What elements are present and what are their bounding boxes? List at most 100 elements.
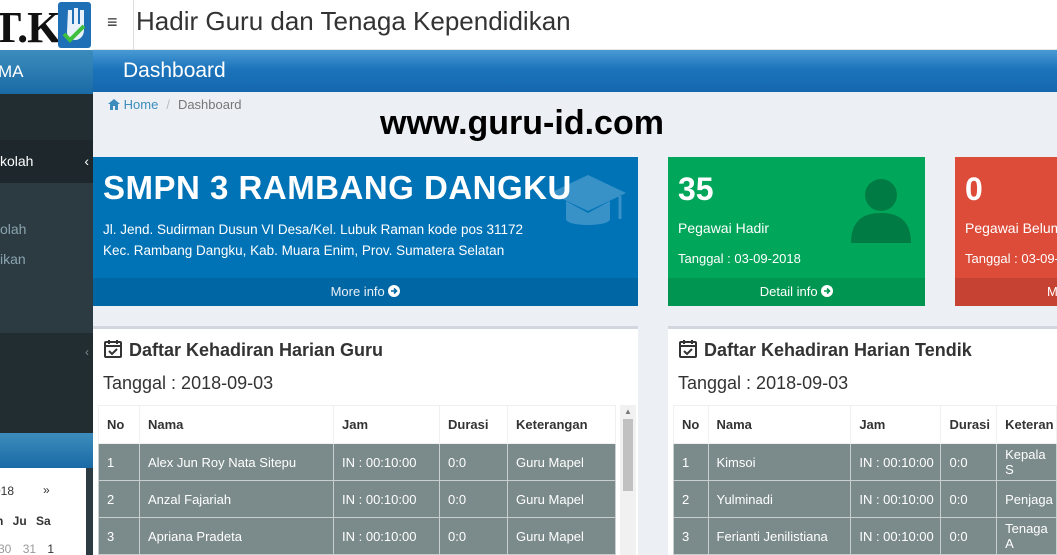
table-cell: 0:0 bbox=[940, 480, 998, 518]
table-cell: IN : 00:10:00 bbox=[333, 443, 440, 481]
watermark-text: www.guru-id.com bbox=[380, 104, 664, 142]
column-header[interactable]: Jam bbox=[333, 405, 440, 444]
table-cell: Yulminadi bbox=[707, 480, 852, 518]
sidebar-brand[interactable]: MA bbox=[0, 50, 93, 94]
table-row: 1 Kimsoi IN : 00:10:00 0:0 Kepala S bbox=[673, 443, 1057, 481]
table-cell: 0:0 bbox=[940, 443, 998, 481]
calendar-next-button[interactable]: » bbox=[43, 483, 50, 497]
graduation-cap-icon bbox=[550, 175, 626, 225]
table-cell: IN : 00:10:00 bbox=[333, 480, 440, 518]
column-header[interactable]: Durasi bbox=[940, 405, 998, 444]
table-cell: 0:0 bbox=[439, 443, 508, 481]
column-header[interactable]: No bbox=[98, 405, 140, 444]
calendar-month-label: 018 bbox=[0, 484, 15, 498]
table-cell: 1 bbox=[673, 443, 709, 481]
table-cell: IN : 00:10:00 bbox=[850, 443, 942, 481]
calendar-check-icon bbox=[104, 340, 122, 358]
arrow-circle-right-icon bbox=[388, 285, 401, 297]
absent-more-info-link[interactable]: M bbox=[955, 278, 1057, 306]
hand-check-icon bbox=[58, 2, 91, 48]
table-cell: Anzal Fajariah bbox=[139, 480, 334, 518]
table-cell: IN : 00:10:00 bbox=[850, 517, 942, 555]
logo[interactable]: T.K bbox=[0, 0, 93, 52]
table-cell: 0:0 bbox=[940, 517, 998, 555]
app-title: Hadir Guru dan Tenaga Kependidikan bbox=[136, 6, 571, 36]
panel-title-text: Daftar Kehadiran Harian Guru bbox=[129, 340, 384, 360]
staff-attendance-table: No Nama Jam Durasi Keteran 1 Kimsoi IN :… bbox=[673, 405, 1057, 555]
logo-text: T.K bbox=[0, 3, 61, 52]
table-cell: 2 bbox=[673, 480, 709, 518]
panel-title: Daftar Kehadiran Harian Tendik bbox=[678, 339, 972, 361]
staff-attendance-panel: Daftar Kehadiran Harian Tendik Tanggal :… bbox=[668, 326, 1057, 555]
table-cell: Apriana Pradeta bbox=[139, 517, 334, 555]
sidebar-item-sekolah[interactable]: kolah ‹ bbox=[0, 140, 93, 183]
breadcrumb-home[interactable]: Home bbox=[108, 97, 158, 112]
menu-toggle-icon[interactable]: ≡ bbox=[107, 12, 118, 33]
navbar-divider bbox=[133, 0, 134, 50]
detail-info-link[interactable]: Detail info bbox=[668, 278, 925, 306]
table-scrollbar[interactable]: ▲ bbox=[620, 405, 636, 555]
table-cell: 2 bbox=[98, 480, 140, 518]
school-name: SMPN 3 RAMBANG DANGKU bbox=[103, 169, 572, 206]
column-header[interactable]: Nama bbox=[707, 405, 852, 444]
sidebar-item-label: kolah bbox=[0, 153, 34, 169]
table-cell: 0:0 bbox=[439, 517, 508, 555]
absent-count: 0 bbox=[965, 171, 983, 207]
sidebar-subitem-1[interactable]: olah bbox=[0, 221, 26, 237]
teacher-attendance-table: No Nama Jam Durasi Keterangan 1 Alex Jun… bbox=[98, 405, 616, 555]
column-header[interactable]: Durasi bbox=[439, 405, 508, 444]
calendar-widget: 018 » n Ju Sa 30 31 1 bbox=[0, 468, 86, 555]
table-row: 3 Ferianti Jenilistiana IN : 00:10:00 0:… bbox=[673, 517, 1057, 555]
table-cell: 0:0 bbox=[439, 480, 508, 518]
more-info-label: More info bbox=[330, 284, 385, 299]
panel-date: Tanggal : 2018-09-03 bbox=[678, 373, 849, 393]
column-header[interactable]: No bbox=[673, 405, 709, 444]
table-row: 2 Yulminadi IN : 00:10:00 0:0 Penjaga bbox=[673, 480, 1057, 518]
table-cell: Penjaga bbox=[996, 480, 1057, 518]
table-cell: Tenaga A bbox=[996, 517, 1057, 555]
calendar-dates: 30 31 1 bbox=[0, 542, 54, 555]
absent-label: Pegawai Belum bbox=[965, 220, 1057, 236]
content-header: Dashboard bbox=[93, 50, 1057, 92]
panel-title-text: Daftar Kehadiran Harian Tendik bbox=[704, 340, 972, 360]
chevron-left-icon: ‹ bbox=[84, 153, 89, 169]
top-navbar: ≡ Hadir Guru dan Tenaga Kependidikan bbox=[93, 0, 1057, 50]
table-cell: IN : 00:10:00 bbox=[850, 480, 942, 518]
panel-title: Daftar Kehadiran Harian Guru bbox=[103, 339, 383, 361]
table-cell: 1 bbox=[98, 443, 140, 481]
scrollbar-thumb[interactable] bbox=[623, 419, 633, 491]
table-cell: Ferianti Jenilistiana bbox=[707, 517, 852, 555]
present-staff-box: 35 Pegawai Hadir Tanggal : 03-09-2018 De… bbox=[668, 157, 925, 306]
column-header[interactable]: Keteran bbox=[996, 405, 1057, 444]
absent-date: Tanggal : 03-09- bbox=[965, 251, 1057, 266]
table-cell: Guru Mapel bbox=[507, 517, 616, 555]
arrow-circle-right-icon bbox=[821, 285, 834, 297]
column-header[interactable]: Keterangan bbox=[507, 405, 616, 444]
sidebar-user-panel bbox=[0, 94, 93, 140]
panel-date: Tanggal : 2018-09-03 bbox=[103, 373, 274, 393]
table-cell: Kimsoi bbox=[707, 443, 852, 481]
sidebar-submenu: olah ikan bbox=[0, 183, 93, 333]
present-label: Pegawai Hadir bbox=[678, 220, 770, 236]
table-cell: Guru Mapel bbox=[507, 443, 616, 481]
more-info-link[interactable]: More info bbox=[93, 278, 638, 306]
calendar-date[interactable]: 30 bbox=[0, 542, 11, 555]
column-header[interactable]: Jam bbox=[850, 405, 942, 444]
calendar-check-icon bbox=[679, 340, 697, 358]
table-row: 2 Anzal Fajariah IN : 00:10:00 0:0 Guru … bbox=[98, 480, 616, 518]
absent-staff-box: 0 Pegawai Belum Tanggal : 03-09- M bbox=[955, 157, 1057, 306]
table-cell: 3 bbox=[98, 517, 140, 555]
calendar-date[interactable]: 1 bbox=[47, 542, 54, 555]
calendar-date[interactable]: 31 bbox=[23, 542, 36, 555]
sidebar: T.K MA kolah ‹ olah ikan ‹ 018 » n Ju Sa… bbox=[0, 0, 93, 555]
chevron-left-icon[interactable]: ‹ bbox=[85, 345, 89, 359]
table-cell: Alex Jun Roy Nata Sitepu bbox=[139, 443, 334, 481]
table-header-row: No Nama Jam Durasi Keterangan bbox=[98, 405, 616, 444]
sidebar-brand-text: MA bbox=[0, 62, 24, 81]
home-icon bbox=[108, 99, 120, 110]
column-header[interactable]: Nama bbox=[139, 405, 334, 444]
school-info-box: SMPN 3 RAMBANG DANGKU Jl. Jend. Sudirman… bbox=[93, 157, 638, 306]
sidebar-subitem-2[interactable]: ikan bbox=[0, 251, 26, 267]
table-row: 1 Alex Jun Roy Nata Sitepu IN : 00:10:00… bbox=[98, 443, 616, 481]
scroll-up-icon[interactable]: ▲ bbox=[624, 407, 632, 416]
